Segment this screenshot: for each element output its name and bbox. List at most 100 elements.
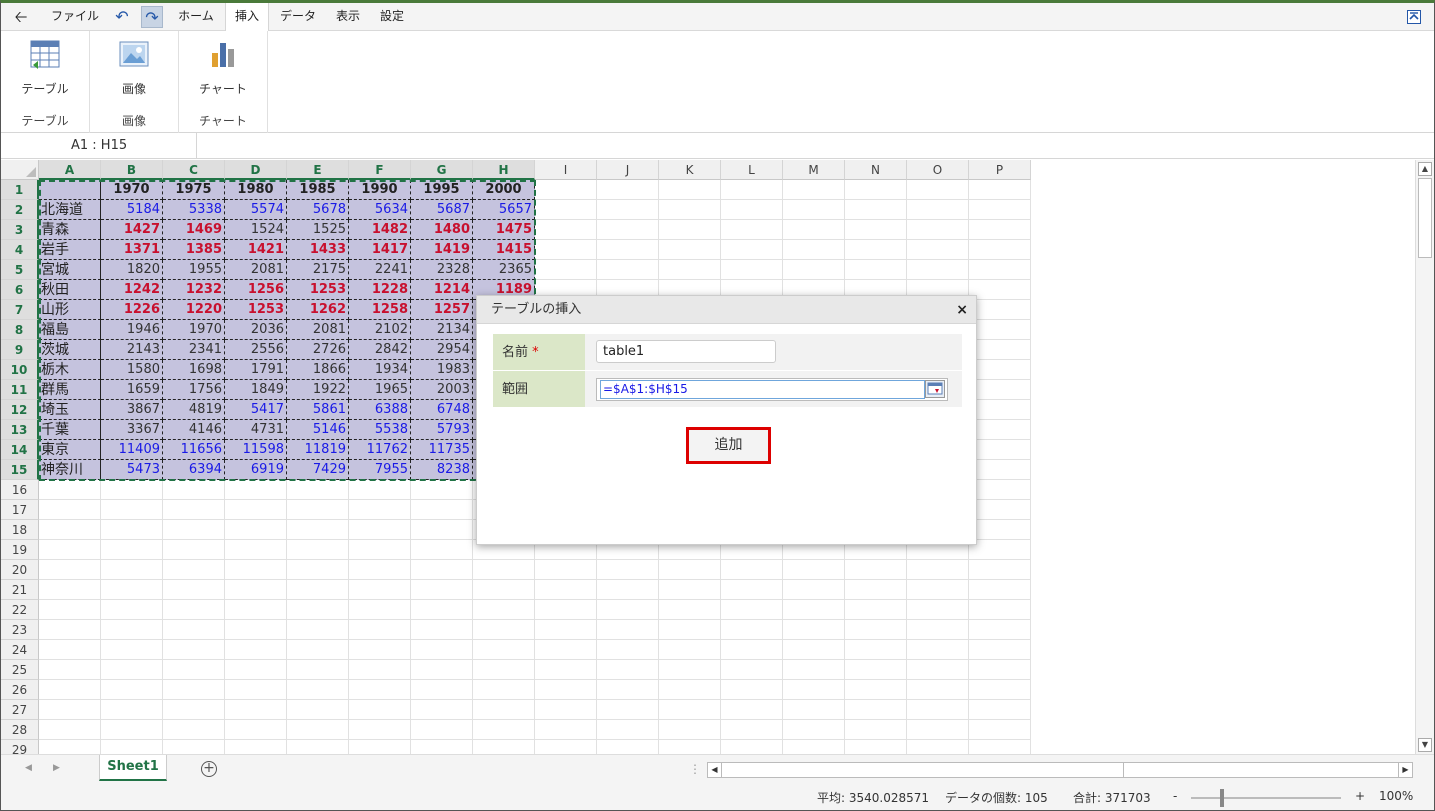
- table-cell[interactable]: 6919: [225, 460, 287, 480]
- scroll-down-icon[interactable]: ▼: [1418, 738, 1432, 752]
- table-cell[interactable]: 1385: [163, 240, 225, 260]
- row-header-11[interactable]: 11: [1, 380, 39, 400]
- cell[interactable]: [907, 680, 969, 700]
- table-row-label[interactable]: 埼玉: [39, 400, 101, 420]
- cell[interactable]: [783, 180, 845, 200]
- cell[interactable]: [101, 720, 163, 740]
- cell[interactable]: [969, 720, 1031, 740]
- cell[interactable]: [907, 560, 969, 580]
- cell[interactable]: [783, 580, 845, 600]
- table-cell[interactable]: 1698: [163, 360, 225, 380]
- cell[interactable]: [163, 600, 225, 620]
- table-cell[interactable]: 1214: [411, 280, 473, 300]
- cell[interactable]: [411, 720, 473, 740]
- table-cell[interactable]: 11598: [225, 440, 287, 460]
- cell[interactable]: [39, 720, 101, 740]
- column-header-k[interactable]: K: [659, 160, 721, 180]
- cell[interactable]: [411, 620, 473, 640]
- cell[interactable]: [39, 660, 101, 680]
- cell[interactable]: [163, 520, 225, 540]
- cell[interactable]: [659, 580, 721, 600]
- table-cell[interactable]: 3367: [101, 420, 163, 440]
- cell[interactable]: [659, 560, 721, 580]
- cell[interactable]: [39, 560, 101, 580]
- cell[interactable]: [473, 620, 535, 640]
- cell[interactable]: [349, 660, 411, 680]
- table-cell[interactable]: 2365: [473, 260, 535, 280]
- table-cell[interactable]: 6748: [411, 400, 473, 420]
- cell[interactable]: [969, 480, 1031, 500]
- column-header-b[interactable]: B: [101, 160, 163, 180]
- table-cell[interactable]: 1849: [225, 380, 287, 400]
- cell[interactable]: [225, 600, 287, 620]
- cell[interactable]: [101, 480, 163, 500]
- cell[interactable]: [907, 580, 969, 600]
- tab-view[interactable]: 表示: [329, 3, 367, 31]
- cell[interactable]: [535, 560, 597, 580]
- cell[interactable]: [535, 660, 597, 680]
- table-cell[interactable]: 1965: [349, 380, 411, 400]
- column-header-e[interactable]: E: [287, 160, 349, 180]
- table-row-label[interactable]: 岩手: [39, 240, 101, 260]
- cell[interactable]: [101, 540, 163, 560]
- cell[interactable]: [163, 700, 225, 720]
- insert-chart-button[interactable]: チャート: [193, 39, 253, 97]
- cell[interactable]: [969, 340, 1031, 360]
- table-cell[interactable]: 5574: [225, 200, 287, 220]
- cell[interactable]: [39, 600, 101, 620]
- table-cell[interactable]: 5657: [473, 200, 535, 220]
- table-cell[interactable]: 2842: [349, 340, 411, 360]
- cell[interactable]: [907, 180, 969, 200]
- scroll-up-icon[interactable]: ▲: [1418, 162, 1432, 176]
- cell[interactable]: [969, 600, 1031, 620]
- cell[interactable]: [163, 580, 225, 600]
- cell[interactable]: [969, 260, 1031, 280]
- table-cell[interactable]: 4146: [163, 420, 225, 440]
- cell[interactable]: [969, 320, 1031, 340]
- cell[interactable]: [101, 620, 163, 640]
- cell[interactable]: [721, 720, 783, 740]
- cell[interactable]: [473, 700, 535, 720]
- cell[interactable]: [225, 620, 287, 640]
- vertical-scroll-thumb[interactable]: [1418, 178, 1432, 258]
- table-cell[interactable]: 1756: [163, 380, 225, 400]
- cell[interactable]: [597, 240, 659, 260]
- cell[interactable]: [969, 360, 1031, 380]
- cell[interactable]: [101, 660, 163, 680]
- cell[interactable]: [39, 620, 101, 640]
- table-cell[interactable]: 5687: [411, 200, 473, 220]
- redo-icon[interactable]: ↷: [141, 6, 163, 28]
- table-cell[interactable]: 1417: [349, 240, 411, 260]
- cell[interactable]: [721, 660, 783, 680]
- table-cell[interactable]: 1475: [473, 220, 535, 240]
- cell[interactable]: [287, 660, 349, 680]
- name-box[interactable]: A1 : H15: [1, 133, 197, 159]
- row-header-19[interactable]: 19: [1, 540, 39, 560]
- cell[interactable]: [101, 560, 163, 580]
- add-sheet-icon[interactable]: +: [201, 761, 217, 777]
- cell[interactable]: [473, 740, 535, 754]
- cell[interactable]: [969, 680, 1031, 700]
- table-cell[interactable]: 1226: [101, 300, 163, 320]
- table-row-label[interactable]: 山形: [39, 300, 101, 320]
- row-header-29[interactable]: 29: [1, 740, 39, 754]
- cell[interactable]: [163, 620, 225, 640]
- cell[interactable]: [845, 660, 907, 680]
- cell[interactable]: [287, 560, 349, 580]
- cell[interactable]: [721, 740, 783, 754]
- cell[interactable]: [659, 220, 721, 240]
- cell[interactable]: [39, 580, 101, 600]
- cell[interactable]: [535, 640, 597, 660]
- table-header-cell[interactable]: 1985: [287, 180, 349, 200]
- cell[interactable]: [411, 520, 473, 540]
- cell[interactable]: [411, 560, 473, 580]
- cell[interactable]: [349, 740, 411, 754]
- table-header-cell[interactable]: 1995: [411, 180, 473, 200]
- cell[interactable]: [535, 200, 597, 220]
- cell[interactable]: [721, 180, 783, 200]
- cell[interactable]: [349, 480, 411, 500]
- row-header-3[interactable]: 3: [1, 220, 39, 240]
- cell[interactable]: [225, 660, 287, 680]
- cell[interactable]: [969, 700, 1031, 720]
- table-cell[interactable]: 1955: [163, 260, 225, 280]
